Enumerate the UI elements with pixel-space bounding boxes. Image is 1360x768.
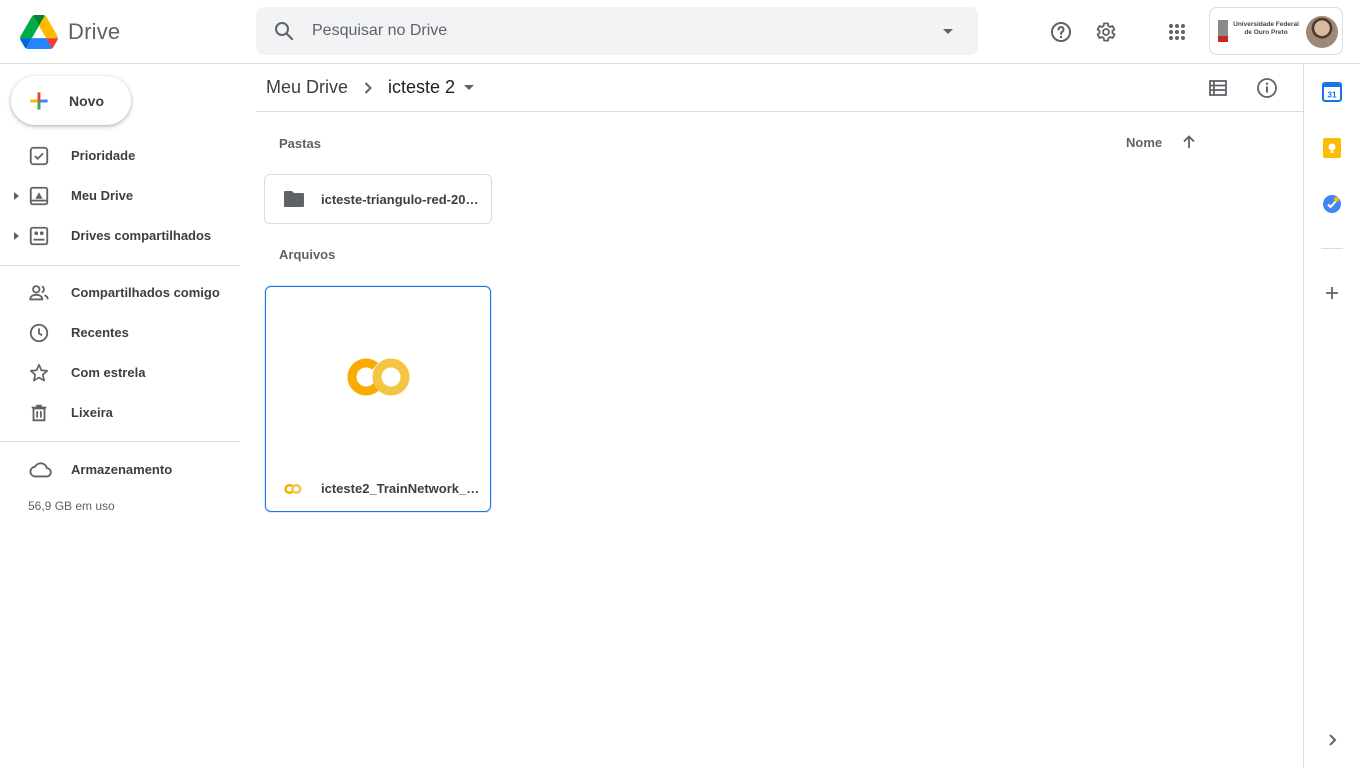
folder-name: icteste-triangulo-red-202… [321, 192, 481, 207]
colab-logo-icon [346, 355, 412, 399]
my-drive-icon [28, 185, 50, 207]
sidebar-item-shared-with-me[interactable]: Compartilhados comigo [0, 277, 240, 309]
sidebar-item-shared-drives[interactable]: Drives compartilhados [0, 220, 240, 252]
search-icon[interactable] [272, 19, 296, 43]
files-section-label: Arquivos [279, 247, 336, 262]
storage-usage-text: 56,9 GB em uso [28, 499, 115, 513]
file-card[interactable]: icteste2_TrainNetwork_V… [265, 286, 491, 512]
organization-name-line-1: Universidade Federal [1233, 21, 1299, 28]
chevron-right-icon [360, 80, 376, 96]
sidebar-item-label: Lixeira [71, 405, 113, 420]
settings-gear-icon[interactable] [1087, 14, 1123, 50]
sidebar-item-label: Drives compartilhados [71, 228, 212, 243]
search-bar [256, 7, 978, 55]
organization-crest-icon [1218, 20, 1228, 42]
organization-name: Universidade Federal de Ouro Preto [1232, 21, 1300, 37]
app-name: Drive [68, 19, 121, 44]
side-panel-divider [1321, 248, 1343, 249]
sidebar-item-label: Meu Drive [71, 188, 134, 203]
drive-logo-icon [20, 15, 58, 49]
help-icon[interactable] [1043, 14, 1079, 50]
search-options-dropdown-icon[interactable] [936, 19, 960, 43]
sidebar-item-label: Compartilhados comigo [71, 285, 220, 300]
folders-section-label: Pastas [279, 136, 321, 151]
expand-arrow-icon[interactable] [11, 191, 21, 201]
shared-with-me-icon [28, 282, 50, 304]
sidebar-item-label: Prioridade [71, 148, 136, 163]
sidebar-item-trash[interactable]: Lixeira [0, 397, 240, 429]
expand-arrow-icon[interactable] [11, 231, 21, 241]
sidebar-item-label: Com estrela [71, 365, 146, 380]
breadcrumb: Meu Drive icteste 2 [256, 64, 1303, 112]
drive-logo[interactable]: Drive [20, 12, 220, 52]
sort-by-name-button[interactable]: Nome [1126, 135, 1162, 150]
calendar-icon[interactable]: 31 [1320, 80, 1344, 104]
keep-icon[interactable] [1320, 136, 1344, 160]
cloud-icon [28, 459, 52, 481]
info-icon[interactable] [1255, 76, 1279, 100]
organization-name-line-2: de Ouro Preto [1244, 29, 1288, 36]
star-icon [28, 362, 50, 384]
tasks-icon[interactable] [1320, 192, 1344, 216]
file-name: icteste2_TrainNetwork_V… [321, 481, 481, 496]
sidebar-item-label: Recentes [71, 325, 129, 340]
sidebar-item-my-drive[interactable]: Meu Drive [0, 180, 240, 212]
folder-menu-dropdown-icon[interactable] [463, 84, 475, 92]
sort-ascending-arrow-icon[interactable] [1180, 133, 1198, 151]
folder-card[interactable]: icteste-triangulo-red-202… [264, 174, 492, 224]
new-button-label: Novo [69, 92, 104, 109]
breadcrumb-current-folder[interactable]: icteste 2 [388, 77, 455, 98]
colab-file-type-icon [284, 483, 302, 495]
search-input[interactable] [312, 7, 912, 55]
new-button[interactable]: Novo [11, 76, 131, 125]
trash-icon [28, 402, 50, 424]
apps-grid-icon[interactable] [1159, 14, 1195, 50]
priority-icon [28, 145, 50, 167]
account-switcher[interactable]: Universidade Federal de Ouro Preto [1209, 7, 1343, 55]
clock-icon [28, 322, 50, 344]
sidebar-divider [0, 265, 240, 266]
plus-icon [26, 88, 52, 114]
add-addon-plus-icon[interactable] [1320, 281, 1344, 305]
top-bar: Drive Universidade Federal de Ouro Preto [0, 0, 1360, 64]
shared-drives-icon [28, 225, 50, 247]
sidebar-item-starred[interactable]: Com estrela [0, 357, 240, 389]
sidebar-item-storage[interactable]: Armazenamento [0, 454, 240, 486]
sidebar-item-recent[interactable]: Recentes [0, 317, 240, 349]
side-panel: 31 [1303, 64, 1360, 768]
avatar[interactable] [1306, 16, 1338, 48]
breadcrumb-my-drive[interactable]: Meu Drive [266, 77, 348, 98]
folder-icon [283, 190, 305, 208]
svg-text:31: 31 [1328, 91, 1337, 100]
list-view-icon[interactable] [1206, 76, 1230, 100]
sidebar-item-label: Armazenamento [71, 462, 173, 477]
sidebar-item-priority[interactable]: Prioridade [0, 140, 240, 172]
expand-panel-chevron-icon[interactable] [1320, 728, 1344, 752]
sidebar-divider [0, 441, 240, 442]
